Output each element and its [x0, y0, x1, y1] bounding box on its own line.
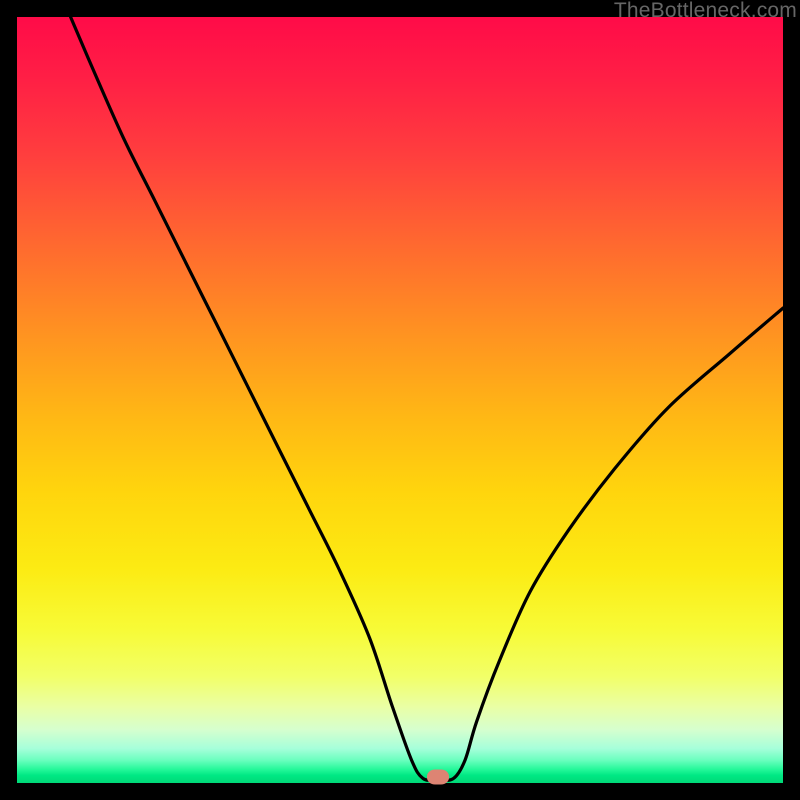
chart-background-gradient: [17, 17, 783, 783]
chart-plot-area: [17, 17, 783, 783]
